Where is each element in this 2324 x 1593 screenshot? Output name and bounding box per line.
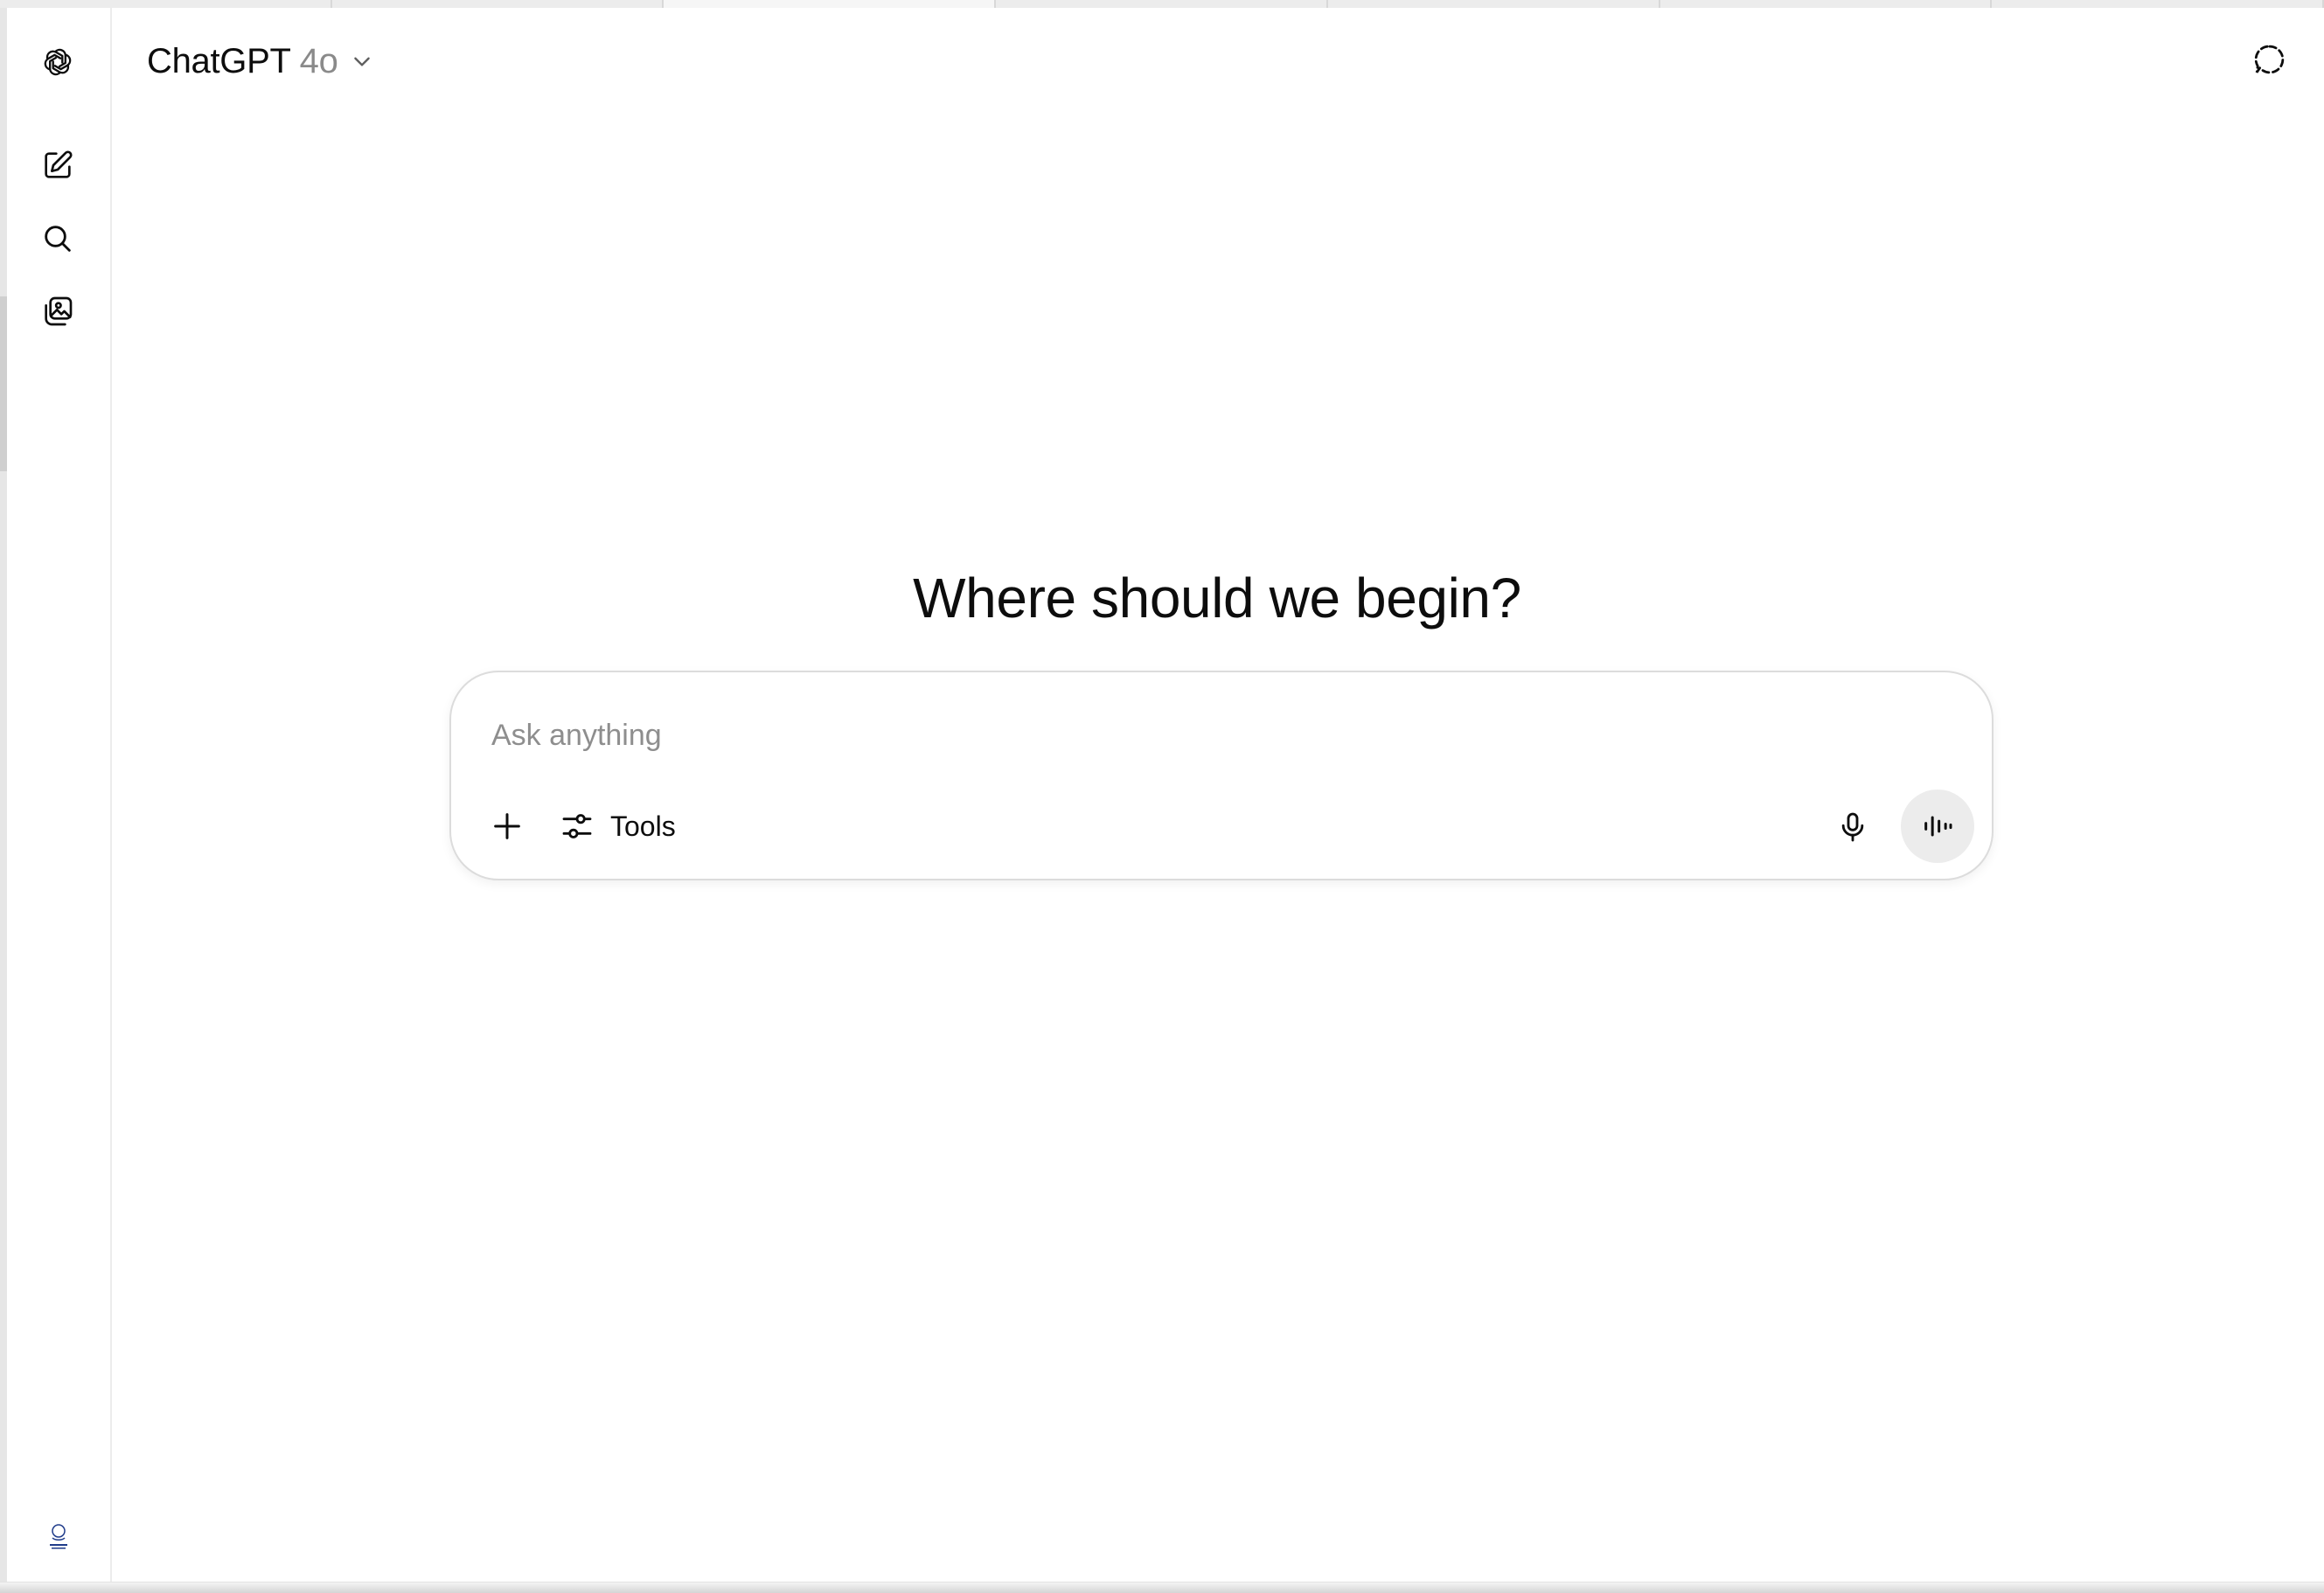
dictate-button[interactable] — [1826, 800, 1880, 854]
tab-segment — [0, 0, 332, 8]
app-title: ChatGPT — [147, 41, 291, 80]
openai-logo-icon — [44, 48, 72, 76]
search-chats-button[interactable] — [30, 211, 86, 267]
temporary-chat-icon — [2254, 45, 2285, 74]
profile-avatar-icon — [50, 1524, 67, 1549]
search-icon — [45, 226, 71, 252]
microphone-icon — [1841, 812, 1864, 842]
openai-logo-button[interactable] — [30, 34, 86, 90]
scrollbar-thumb[interactable] — [0, 296, 7, 471]
model-version: 4o — [299, 41, 338, 80]
tab-segment — [996, 0, 1328, 8]
voice-waveform-icon — [1924, 816, 1952, 837]
model-switcher[interactable]: ChatGPT 4o — [131, 26, 389, 96]
tools-label: Tools — [610, 810, 676, 842]
temporary-chat-button[interactable] — [2242, 31, 2298, 87]
new-chat-button[interactable] — [30, 137, 86, 193]
prompt-input[interactable] — [491, 709, 1925, 762]
bottom-window-edge — [0, 1582, 2324, 1593]
tab-segment — [1328, 0, 1660, 8]
tab-segment — [664, 0, 997, 8]
sliders-icon — [562, 814, 592, 838]
add-attachment-button[interactable] — [481, 800, 533, 852]
tab-segment — [332, 0, 664, 8]
user-avatar-button[interactable] — [44, 1519, 73, 1554]
library-button[interactable] — [30, 283, 86, 339]
plus-icon — [494, 813, 520, 839]
page-title: Where should we begin? — [913, 566, 1521, 630]
voice-mode-button[interactable] — [1901, 790, 1974, 863]
tab-segment — [1660, 0, 1993, 8]
tab-segment — [1992, 0, 2324, 8]
app-window: ChatGPT 4o Where should we begin? T — [0, 0, 2324, 1593]
new-chat-icon — [45, 150, 73, 178]
top-tab-strip — [0, 0, 2324, 8]
library-icon — [45, 296, 73, 326]
window-left-scrollbar — [0, 8, 7, 1593]
prompt-composer: Tools — [449, 671, 1993, 880]
sidebar-rail — [7, 8, 112, 1583]
chevron-down-icon — [353, 57, 370, 66]
tools-button[interactable]: Tools — [547, 800, 688, 852]
